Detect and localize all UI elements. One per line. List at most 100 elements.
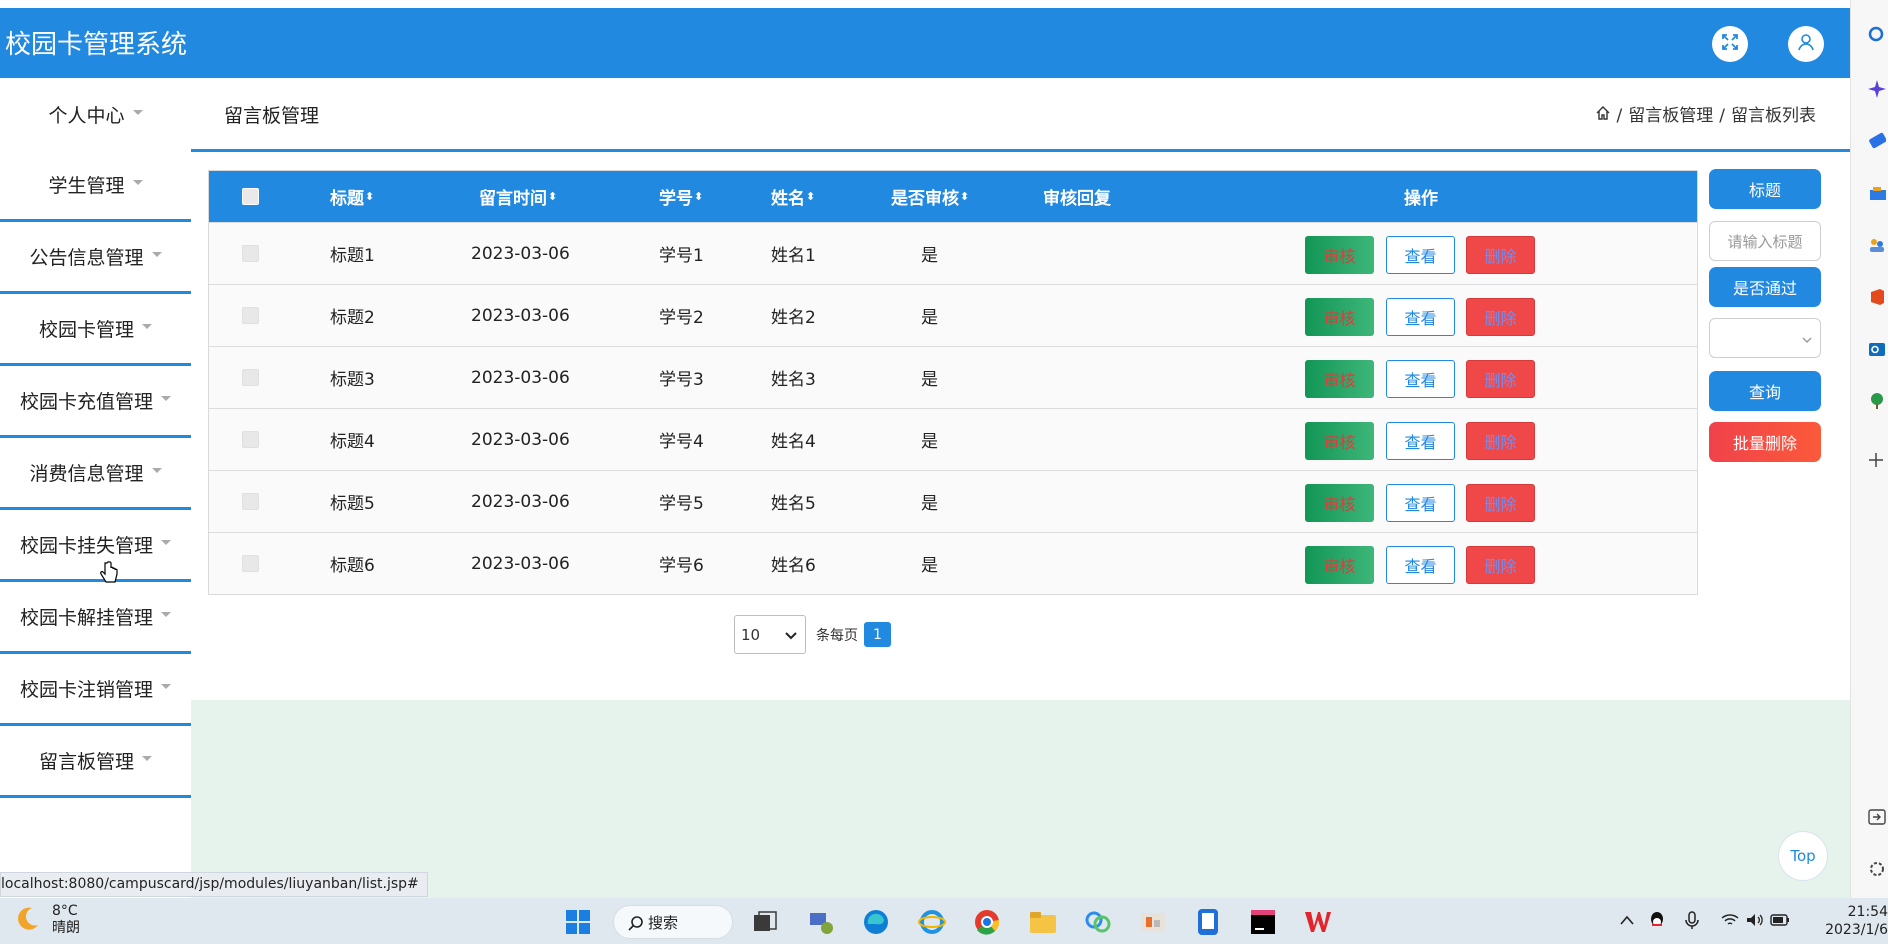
sidebar-item-card-loss[interactable]: 校园卡挂失管理	[0, 510, 191, 582]
sidebar-item-students[interactable]: 学生管理	[0, 150, 191, 222]
weather-widget[interactable]: 8°C 晴朗	[14, 903, 80, 937]
start-icon[interactable]	[563, 907, 593, 937]
column-header-title[interactable]: 标题 ⬍	[330, 171, 374, 222]
people-icon[interactable]	[1868, 234, 1888, 255]
view-button[interactable]: 查看	[1386, 546, 1455, 584]
cell-time: 2023-03-06	[471, 305, 570, 326]
clock-time: 21:54	[1847, 904, 1888, 920]
sidebar-item-message-board[interactable]: 留言板管理	[0, 726, 191, 798]
user-icon	[1796, 32, 1816, 56]
delete-button[interactable]: 删除	[1466, 298, 1535, 336]
taskbar-search[interactable]: 搜索	[613, 905, 733, 939]
approve-button[interactable]: 审核	[1305, 484, 1374, 522]
search-icon[interactable]	[1868, 24, 1888, 45]
task-view-icon[interactable]	[750, 907, 780, 937]
column-header-approved[interactable]: 是否审核 ⬍	[891, 171, 969, 222]
approve-button[interactable]: 审核	[1305, 236, 1374, 274]
sidebar-item-label: 校园卡挂失管理	[19, 535, 153, 557]
row-checkbox[interactable]	[242, 223, 259, 284]
app-icon-network[interactable]	[806, 907, 836, 937]
approve-button[interactable]: 审核	[1305, 298, 1374, 336]
sidebar-item-card-unfreeze[interactable]: 校园卡解挂管理	[0, 582, 191, 654]
query-button[interactable]: 查询	[1709, 371, 1821, 411]
wps-office-icon[interactable]	[1303, 907, 1333, 937]
sidebar-item-card-recharge[interactable]: 校园卡充值管理	[0, 366, 191, 438]
wifi-icon[interactable]	[1720, 910, 1740, 930]
copilot-sparkle-icon[interactable]	[1868, 78, 1888, 99]
outlook-icon[interactable]	[1868, 338, 1888, 359]
view-button[interactable]: 查看	[1386, 236, 1455, 274]
toolbox-icon[interactable]	[1868, 182, 1888, 203]
delete-button[interactable]: 删除	[1466, 484, 1535, 522]
phone-link-icon[interactable]	[1193, 907, 1223, 937]
cell-student-no: 学号6	[659, 556, 704, 576]
sort-icon: ⬍	[694, 190, 704, 203]
app-icon-slides[interactable]	[1138, 907, 1168, 937]
sidebar-item-card-cancel[interactable]: 校园卡注销管理	[0, 654, 191, 726]
title-search-input[interactable]: 请输入标题	[1709, 221, 1821, 261]
sidebar-item-consumption[interactable]: 消费信息管理	[0, 438, 191, 510]
sidebar-item-label: 校园卡解挂管理	[19, 607, 153, 629]
add-icon[interactable]	[1868, 449, 1888, 470]
sidebar-collapse-icon[interactable]	[1868, 806, 1888, 827]
breadcrumb-separator: /	[1719, 106, 1725, 126]
pass-filter-select[interactable]	[1709, 318, 1821, 358]
row-checkbox[interactable]	[242, 285, 259, 346]
content-footer-area	[191, 700, 1850, 898]
approve-button[interactable]: 审核	[1305, 546, 1374, 584]
chrome-browser-icon[interactable]	[972, 907, 1002, 937]
breadcrumb-level1[interactable]: 留言板管理	[1628, 78, 1713, 154]
volume-icon[interactable]	[1745, 910, 1765, 930]
select-all-checkbox[interactable]	[242, 171, 259, 222]
view-button[interactable]: 查看	[1386, 484, 1455, 522]
back-to-top-button[interactable]: Top	[1778, 831, 1828, 881]
caret-down-icon	[161, 684, 171, 689]
approve-button[interactable]: 审核	[1305, 422, 1374, 460]
sidebar-item-label: 留言板管理	[38, 751, 134, 773]
batch-delete-button[interactable]: 批量删除	[1709, 422, 1821, 462]
row-checkbox[interactable]	[242, 471, 259, 532]
hand-cursor-icon	[100, 561, 118, 589]
table-row: 标题5 2023-03-06 学号5 姓名5 是 审核 查看 删除	[209, 470, 1697, 532]
cell-title: 标题3	[330, 370, 375, 390]
row-checkbox[interactable]	[242, 347, 259, 408]
cell-name: 姓名5	[771, 494, 816, 514]
page-button-current[interactable]: 1	[864, 622, 891, 647]
file-explorer-icon[interactable]	[1028, 907, 1058, 937]
fullscreen-button[interactable]	[1712, 26, 1748, 62]
tree-icon[interactable]	[1868, 390, 1888, 411]
tag-icon[interactable]	[1868, 130, 1888, 151]
delete-button[interactable]: 删除	[1466, 546, 1535, 584]
view-button[interactable]: 查看	[1386, 422, 1455, 460]
page-size-select[interactable]: 10	[734, 615, 806, 654]
view-button[interactable]: 查看	[1386, 298, 1455, 336]
sidebar-item-announcements[interactable]: 公告信息管理	[0, 222, 191, 294]
row-checkbox[interactable]	[242, 533, 259, 594]
column-header-name[interactable]: 姓名 ⬍	[771, 171, 815, 222]
delete-button[interactable]: 删除	[1466, 422, 1535, 460]
home-icon[interactable]	[1595, 78, 1611, 154]
app-icon-rings[interactable]	[1083, 907, 1113, 937]
sidebar-item-personal-center[interactable]: 个人中心	[0, 78, 191, 150]
column-header-student-no[interactable]: 学号 ⬍	[659, 171, 703, 222]
qq-icon[interactable]	[1647, 910, 1667, 930]
cell-approved: 是	[921, 432, 938, 452]
column-header-time[interactable]: 留言时间 ⬍	[479, 171, 557, 222]
office-icon[interactable]	[1868, 286, 1888, 307]
delete-button[interactable]: 删除	[1466, 236, 1535, 274]
intellij-idea-icon[interactable]	[1248, 907, 1278, 937]
microphone-icon[interactable]	[1682, 910, 1702, 930]
view-button[interactable]: 查看	[1386, 360, 1455, 398]
settings-icon[interactable]	[1868, 858, 1888, 879]
approve-button[interactable]: 审核	[1305, 360, 1374, 398]
tray-overflow-icon[interactable]	[1617, 910, 1637, 930]
chevron-down-icon	[1802, 329, 1812, 347]
sidebar-item-campus-card[interactable]: 校园卡管理	[0, 294, 191, 366]
delete-button[interactable]: 删除	[1466, 360, 1535, 398]
row-checkbox[interactable]	[242, 409, 259, 470]
ie-browser-icon[interactable]	[917, 907, 947, 937]
user-menu-button[interactable]	[1788, 26, 1824, 62]
system-clock[interactable]: 21:54 2023/1/6	[1818, 903, 1888, 939]
battery-icon[interactable]	[1770, 910, 1790, 930]
edge-browser-icon[interactable]	[861, 907, 891, 937]
